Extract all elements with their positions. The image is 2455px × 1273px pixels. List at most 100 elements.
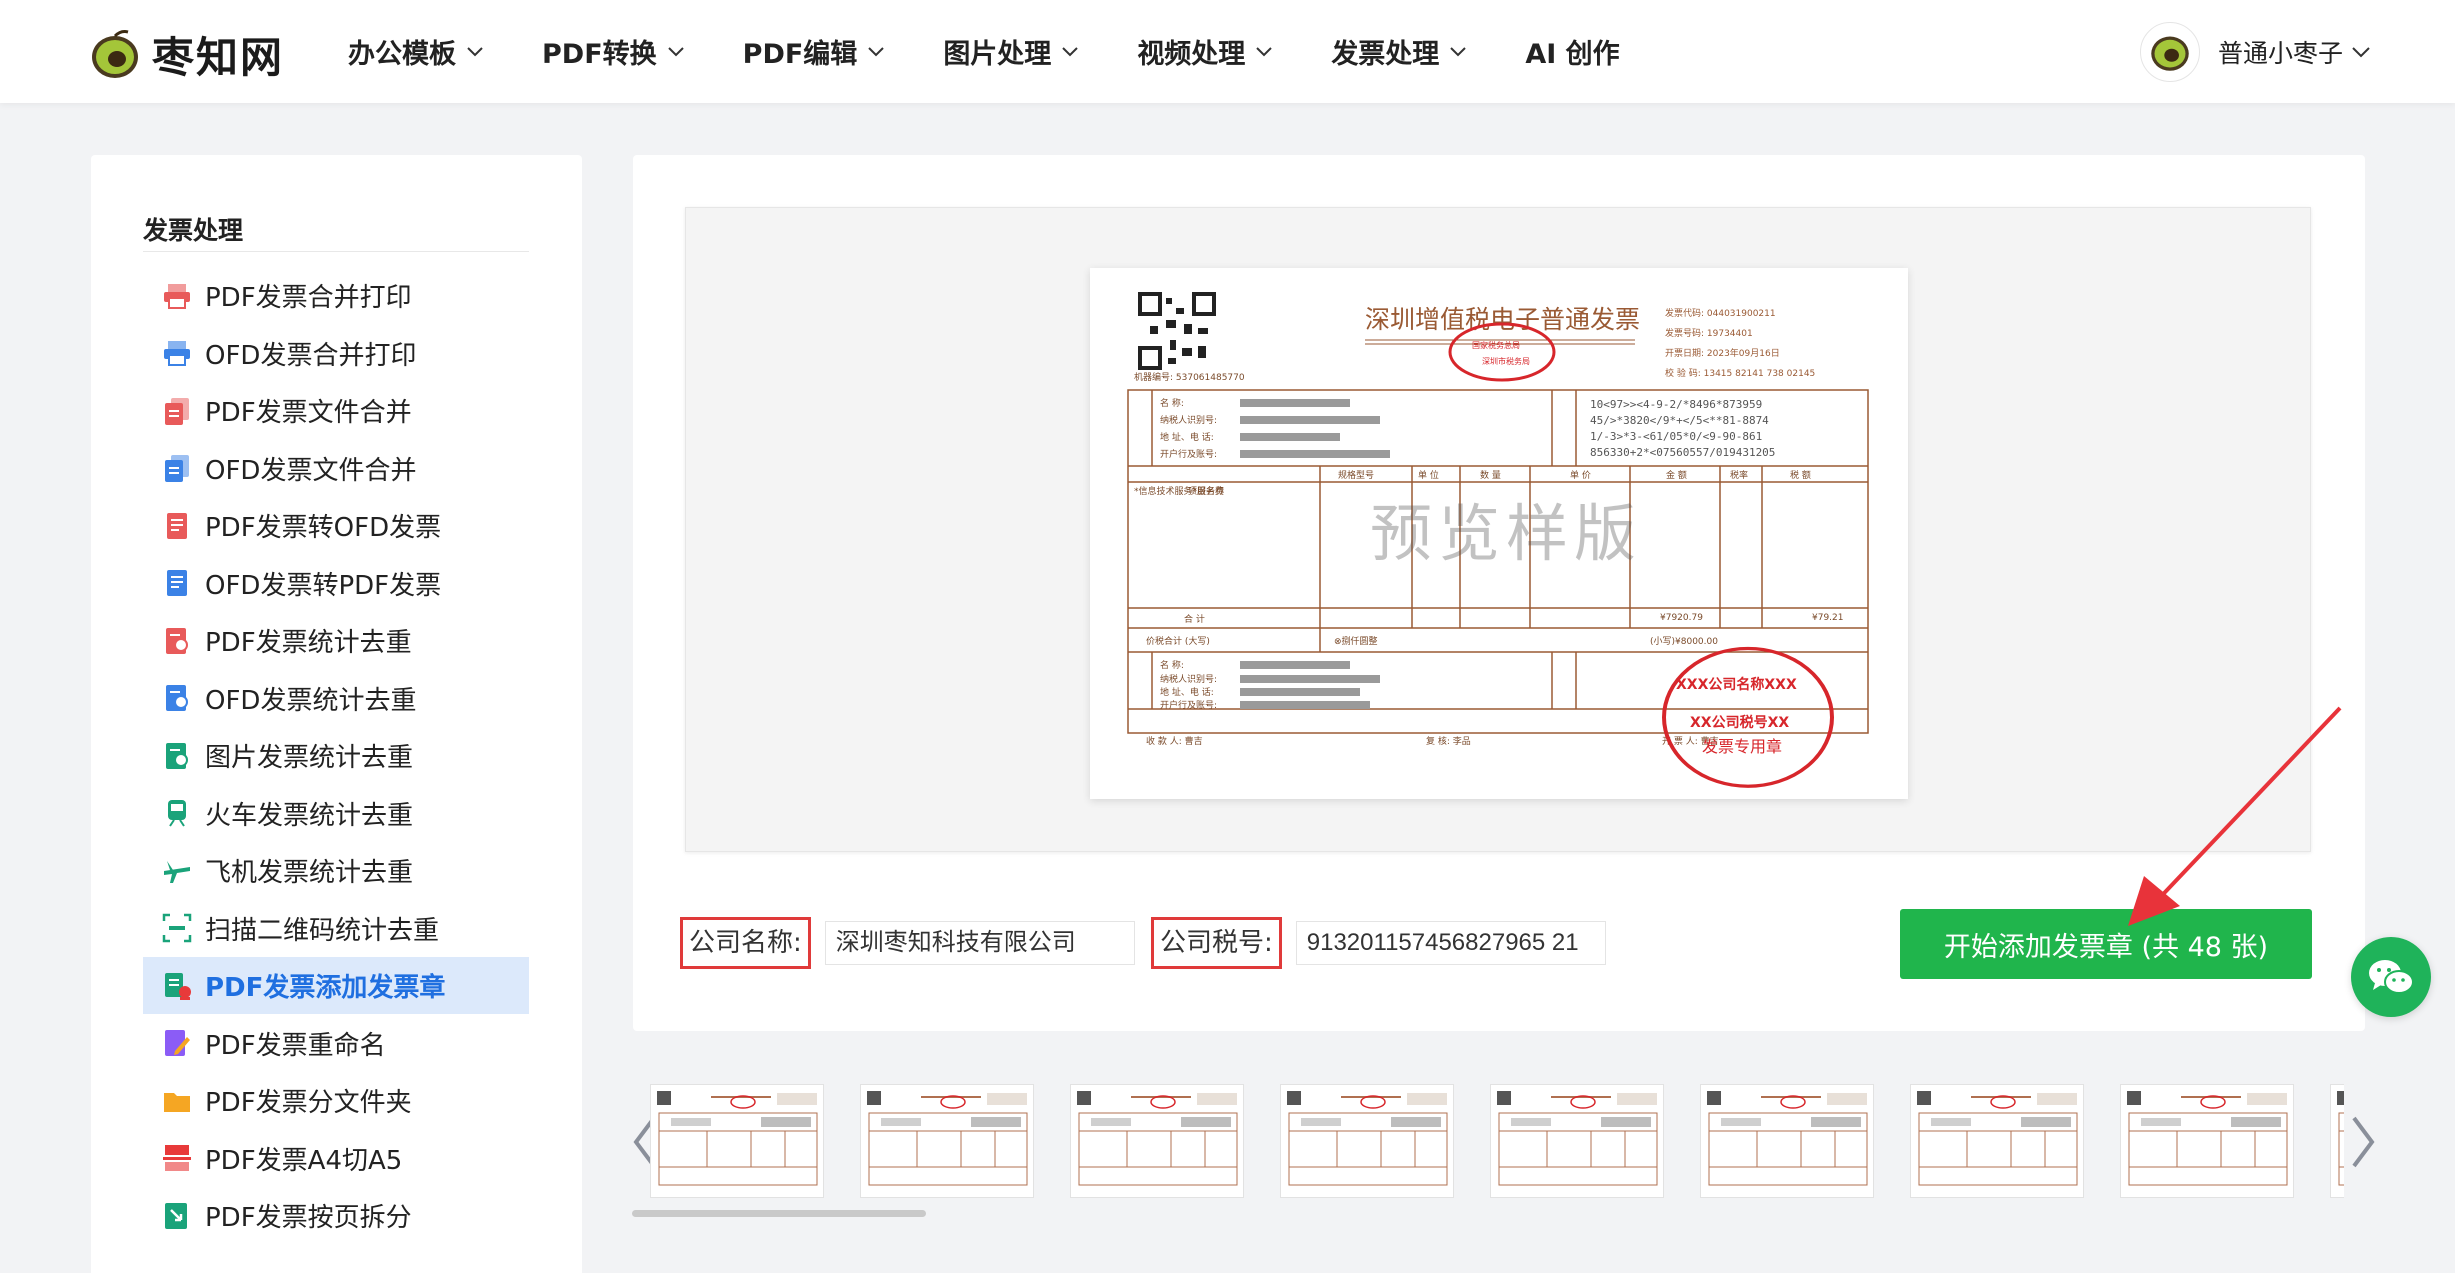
invoice-title: 深圳增值税电子普通发票: [1365, 305, 1640, 334]
svg-text:复 核: 李品: 复 核: 李品: [1426, 735, 1471, 747]
svg-text:45/>*3820</9*+</5<**81-8874: 45/>*3820</9*+</5<**81-8874: [1590, 414, 1769, 427]
convert-icon: [167, 512, 187, 539]
svg-text:856330+2*<07560557/019431205: 856330+2*<07560557/019431205: [1590, 446, 1775, 459]
sidebar-item-16[interactable]: PDF发票按页拆分: [143, 1187, 529, 1244]
main-panel: 机器编号: 537061485770 深圳增值税电子普通发票 国家税务总局 深圳…: [633, 155, 2365, 1031]
printer-icon: [164, 283, 190, 309]
invoice-thumbnail[interactable]: [860, 1084, 1034, 1198]
sidebar-item-6[interactable]: PDF发票统计去重: [143, 612, 529, 669]
cut-icon: [163, 1145, 191, 1171]
svg-text:开户行及账号:: 开户行及账号:: [1160, 699, 1217, 711]
nav-item-3[interactable]: 图片处理: [943, 32, 1079, 71]
sidebar-item-label: OFD发票合并打印: [205, 340, 417, 371]
preview-watermark: 预览样版: [1370, 497, 1643, 570]
sidebar-item-2[interactable]: PDF发票文件合并: [143, 382, 529, 439]
svg-text:地 址、电 话:: 地 址、电 话:: [1160, 431, 1214, 443]
chevron-down-icon: [667, 46, 684, 56]
sidebar-item-14[interactable]: PDF发票分文件夹: [143, 1072, 529, 1129]
nav-item-label: PDF转换: [542, 39, 657, 70]
wechat-icon: [2369, 960, 2414, 994]
invoice-thumbnail-image: [1707, 1091, 1868, 1186]
svg-text:名 称:: 名 称:: [1160, 397, 1184, 409]
thumbnail-next-icon[interactable]: [2348, 1112, 2378, 1172]
nav-item-label: 图片处理: [943, 39, 1052, 70]
invoice-thumbnail-image: [657, 1091, 818, 1186]
start-add-stamp-button[interactable]: 开始添加发票章 (共 48 张): [1900, 909, 2312, 979]
invoice-thumbnail[interactable]: [650, 1084, 824, 1198]
invoice-thumbnail[interactable]: [2120, 1084, 2294, 1198]
invoice-thumbnail-image: [1917, 1091, 2078, 1186]
site-logo[interactable]: 枣知网: [88, 24, 284, 85]
svg-text:¥79.21: ¥79.21: [1812, 613, 1844, 623]
sidebar-item-3[interactable]: OFD发票文件合并: [143, 440, 529, 497]
chevron-down-icon: [868, 46, 885, 56]
svg-text:⊗捌仟圆整: ⊗捌仟圆整: [1334, 635, 1378, 647]
invoice-thumbnail[interactable]: [1700, 1084, 1874, 1198]
invoice-thumbnail[interactable]: [2330, 1084, 2344, 1198]
invoice-thumbnail[interactable]: [1490, 1084, 1664, 1198]
chevron-down-icon: [1062, 46, 1079, 56]
sidebar-item-10[interactable]: 飞机发票统计去重: [143, 842, 529, 899]
sidebar-item-label: 图片发票统计去重: [205, 743, 414, 773]
sidebar-item-label: PDF发票文件合并: [205, 398, 412, 428]
svg-text:*信息技术服务*服务费: *信息技术服务*服务费: [1134, 485, 1224, 497]
sidebar-item-label: PDF发票重命名: [205, 1030, 386, 1061]
nav-item-5[interactable]: 发票处理: [1331, 32, 1467, 71]
sidebar-item-4[interactable]: PDF发票转OFD发票: [143, 497, 529, 554]
invoice-thumbnail-image: [1077, 1091, 1238, 1186]
sidebar-item-12[interactable]: PDF发票添加发票章: [143, 957, 529, 1014]
chevron-down-icon: [1256, 46, 1273, 56]
nav-item-1[interactable]: PDF转换: [542, 32, 685, 71]
svg-text:合 计: 合 计: [1184, 613, 1205, 625]
stats-icon: [166, 627, 188, 654]
thumbnail-scrollbar[interactable]: [632, 1210, 926, 1217]
sidebar-item-5[interactable]: OFD发票转PDF发票: [143, 555, 529, 612]
sidebar-menu: PDF发票合并打印 OFD发票合并打印 PDF发票文件合并 OFD发票文件合并 PDF发…: [143, 267, 529, 1245]
main-nav: 办公模板 PDF转换 PDF编辑 图片处理 视频处理 发票处理 AI 创作: [348, 0, 1678, 103]
invoice-thumbnail[interactable]: [1280, 1084, 1454, 1198]
svg-text:机器编号: 537061485770: 机器编号: 537061485770: [1134, 371, 1245, 383]
sidebar-item-15[interactable]: PDF发票A4切A5: [143, 1130, 529, 1187]
sidebar-item-label: PDF发票转OFD发票: [205, 513, 442, 543]
invoice-thumbnail[interactable]: [1070, 1084, 1244, 1198]
svg-text:数 量: 数 量: [1480, 469, 1501, 481]
nav-item-2[interactable]: PDF编辑: [743, 32, 886, 71]
top-header: 枣知网 办公模板 PDF转换 PDF编辑 图片处理 视频处理 发票处理 AI 创作 普通小枣…: [0, 0, 2455, 103]
sidebar-item-0[interactable]: PDF发票合并打印: [143, 267, 529, 324]
nav-item-4[interactable]: 视频处理: [1137, 32, 1273, 71]
sidebar-item-1[interactable]: OFD发票合并打印: [143, 325, 529, 382]
svg-text:单 价: 单 价: [1570, 469, 1591, 481]
company-name-row: 公司名称: 深圳枣知科技有限公司: [680, 917, 1135, 969]
invoice-thumbnail[interactable]: [1910, 1084, 2084, 1198]
wechat-contact-button[interactable]: [2351, 937, 2431, 1017]
tax-stamp-text: 国家税务总局: [1472, 340, 1520, 350]
rename-icon: [165, 1030, 190, 1056]
svg-text:发票号码: 19734401: 发票号码: 19734401: [1665, 327, 1753, 339]
stats-icon: [166, 685, 188, 711]
nav-item-6[interactable]: AI 创作: [1525, 32, 1619, 71]
merge-doc-icon: [165, 455, 189, 482]
sidebar-item-13[interactable]: PDF发票重命名: [143, 1015, 529, 1072]
printer-icon: [164, 341, 190, 366]
svg-text:10<97>><4-9-2/*8496*873959: 10<97>><4-9-2/*8496*873959: [1590, 398, 1762, 411]
company-name-input[interactable]: 深圳枣知科技有限公司: [824, 921, 1135, 965]
train-icon: [168, 800, 186, 827]
sidebar-item-label: PDF发票A4切A5: [205, 1145, 403, 1176]
tax-id-input[interactable]: 913201157456827965 21: [1295, 921, 1606, 965]
sidebar-item-label: OFD发票转PDF发票: [205, 570, 442, 601]
svg-text:纳税人识别号:: 纳税人识别号:: [1160, 414, 1217, 426]
tax-id-label: 公司税号:: [1151, 917, 1282, 969]
sidebar-item-label: 扫描二维码统计去重: [205, 915, 440, 946]
sidebar-item-7[interactable]: OFD发票统计去重: [143, 670, 529, 727]
sidebar-item-11[interactable]: 扫描二维码统计去重: [143, 900, 529, 957]
sidebar-item-label: OFD发票文件合并: [205, 455, 417, 486]
divider: [143, 251, 529, 252]
user-menu[interactable]: 普通小枣子: [2140, 22, 2371, 82]
sidebar-item-9[interactable]: 火车发票统计去重: [143, 785, 529, 842]
sidebar-item-label: PDF发票分文件夹: [205, 1088, 412, 1118]
avatar: [2140, 22, 2200, 82]
svg-text:1/-3>*3-<61/05*0/<9-90-861: 1/-3>*3-<61/05*0/<9-90-861: [1590, 430, 1762, 443]
sidebar-item-8[interactable]: 图片发票统计去重: [143, 727, 529, 784]
stamp-tax-id: XX公司税号XX: [1690, 714, 1789, 731]
nav-item-0[interactable]: 办公模板: [348, 32, 484, 71]
